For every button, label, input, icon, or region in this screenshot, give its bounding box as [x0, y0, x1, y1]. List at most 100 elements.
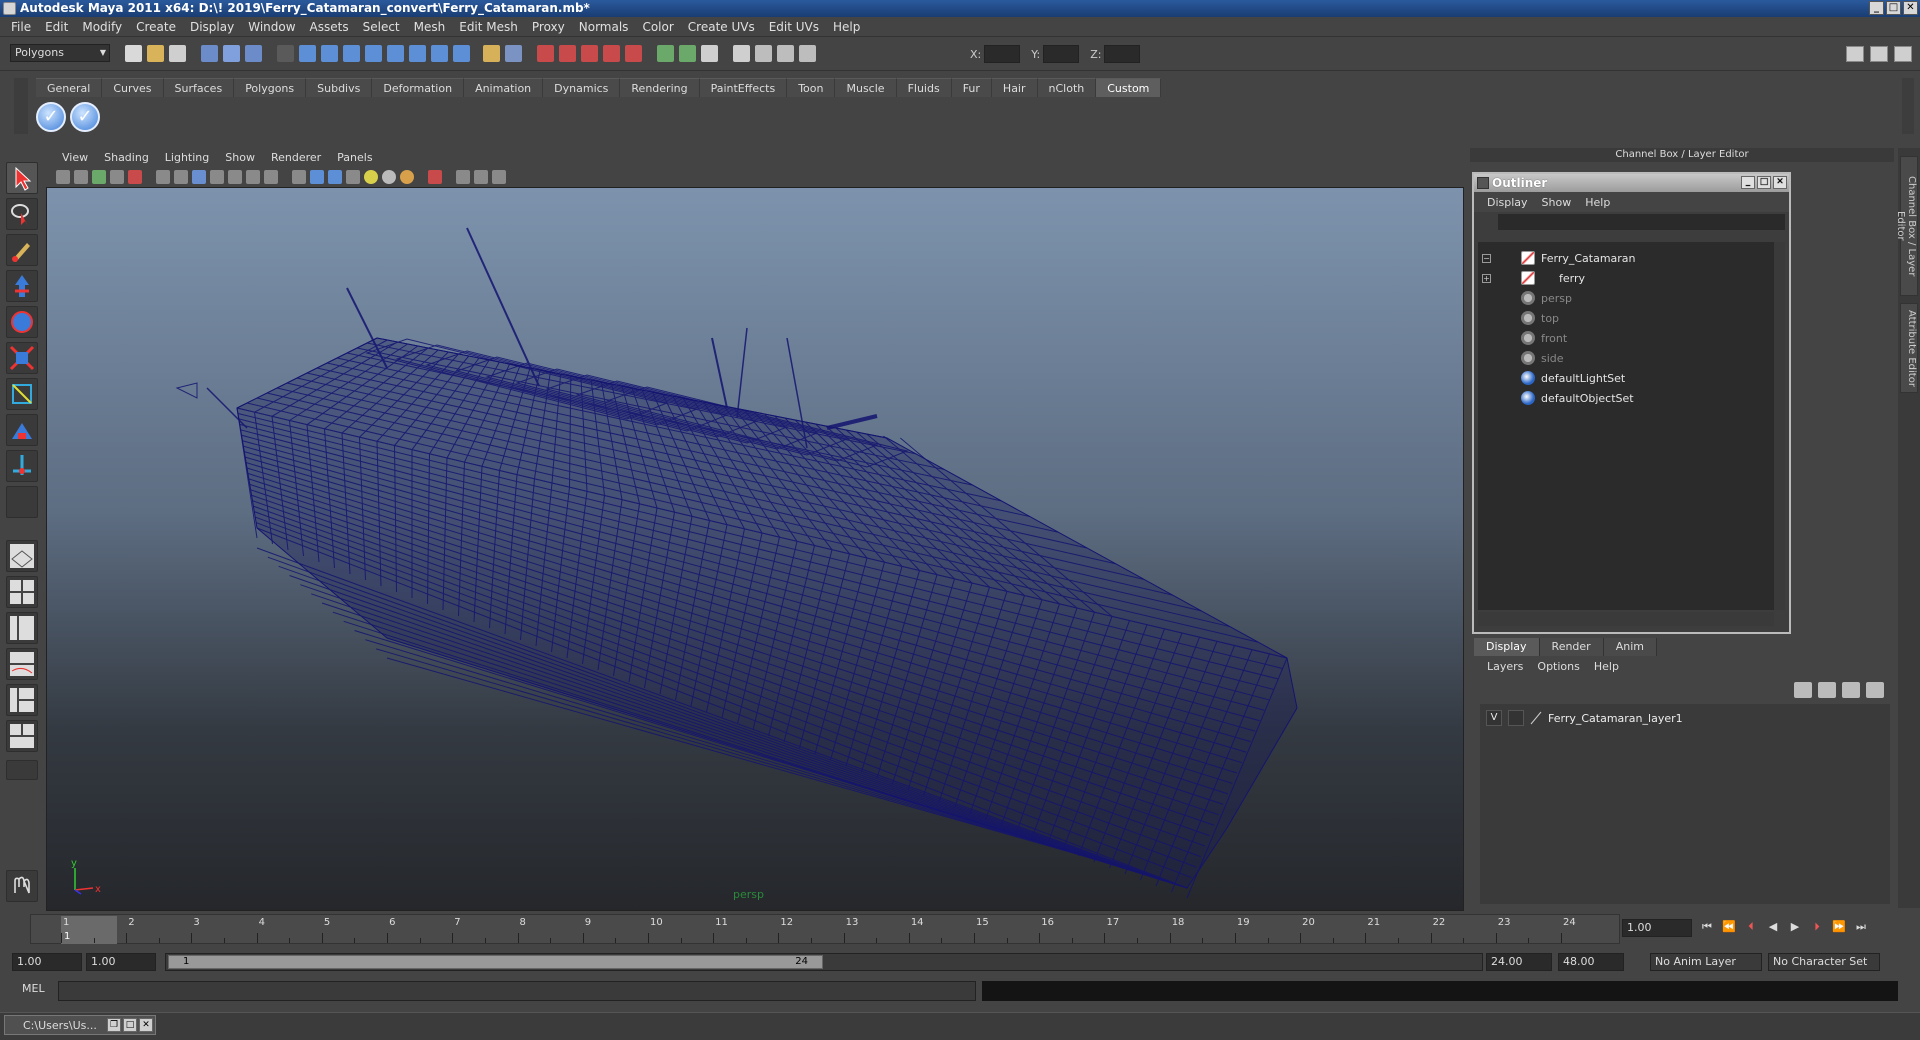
outliner-titlebar[interactable]: Outliner _ □ ✕ — [1474, 174, 1789, 192]
menu-normals[interactable]: Normals — [572, 20, 636, 34]
snap-grid-icon[interactable] — [537, 45, 554, 62]
select-handles-icon[interactable] — [299, 45, 316, 62]
last-tool-icon[interactable] — [6, 486, 38, 518]
range-slider-track[interactable]: 1 24 — [165, 953, 1483, 971]
outliner-close-button[interactable]: ✕ — [1773, 176, 1787, 189]
viewport-menu-lighting[interactable]: Lighting — [157, 151, 217, 164]
layout-outliner-persp-icon[interactable] — [6, 612, 38, 644]
select-surfaces-icon[interactable] — [365, 45, 382, 62]
outliner-menu-display[interactable]: Display — [1480, 196, 1535, 209]
select-rendering-icon[interactable] — [431, 45, 448, 62]
shaded-brush-icon[interactable] — [310, 170, 324, 184]
layer-menu-help[interactable]: Help — [1587, 660, 1626, 673]
viewport-menu-view[interactable]: View — [54, 151, 96, 164]
expand-toggle-icon[interactable]: + — [1482, 273, 1491, 283]
time-slider-track[interactable]: 1 1 2 3 4 5 6 7 8 9 10 11 12 13 14 15 16 17 18 19 20 21 22 23 2… — [30, 914, 1620, 944]
menu-select[interactable]: Select — [356, 20, 407, 34]
lock-selection-icon[interactable] — [483, 45, 500, 62]
playback-end-field[interactable]: 24.00 — [1486, 953, 1552, 971]
select-by-type-icon[interactable] — [277, 45, 294, 62]
toggle-tool-settings-icon[interactable] — [1870, 46, 1888, 62]
menu-edit[interactable]: Edit — [38, 20, 75, 34]
shelf-tab-muscle[interactable]: Muscle — [835, 78, 897, 97]
construction-history-icon[interactable] — [679, 45, 696, 62]
shelf-tab-hair[interactable]: Hair — [991, 78, 1038, 97]
layer-menu-layers[interactable]: Layers — [1480, 660, 1530, 673]
menu-window[interactable]: Window — [241, 20, 302, 34]
multisample-icon[interactable] — [474, 170, 488, 184]
layout-persp-graph-icon[interactable] — [6, 720, 38, 752]
rotate-tool-icon[interactable] — [6, 306, 38, 338]
shelf-tab-subdivs[interactable]: Subdivs — [306, 78, 373, 97]
layer-playback-toggle[interactable] — [1508, 710, 1524, 726]
layout-hypershade-persp-icon[interactable] — [6, 684, 38, 716]
viewport-menu-show[interactable]: Show — [217, 151, 263, 164]
range-slider-thumb[interactable]: 1 24 — [168, 955, 823, 969]
shelf-scrollbar[interactable] — [1902, 78, 1914, 134]
screen-space-ao-icon[interactable] — [492, 170, 506, 184]
isolate-select-icon[interactable] — [428, 170, 442, 184]
xray-icon[interactable] — [246, 170, 260, 184]
render-settings-icon[interactable] — [777, 45, 794, 62]
toggle-attribute-editor-icon[interactable] — [1846, 46, 1864, 62]
select-misc-icon[interactable] — [453, 45, 470, 62]
restore-window-button[interactable]: ❐ — [107, 1018, 121, 1032]
side-tab-channel-box[interactable]: Channel Box / Layer Editor — [1895, 156, 1918, 296]
show-manipulator-icon[interactable] — [6, 450, 38, 482]
snap-point-icon[interactable] — [581, 45, 598, 62]
menu-edit-mesh[interactable]: Edit Mesh — [452, 20, 525, 34]
playback-start-field[interactable]: 1.00 — [86, 953, 156, 971]
coord-y-input[interactable] — [1043, 45, 1080, 63]
paint-select-tool-icon[interactable] — [6, 234, 38, 266]
move-layer-down-icon[interactable] — [1818, 682, 1836, 698]
snap-curve-icon[interactable] — [559, 45, 576, 62]
outliner-item[interactable]: + ferry — [1478, 268, 1768, 288]
shelf-tab-curves[interactable]: Curves — [102, 78, 164, 97]
menu-assets[interactable]: Assets — [303, 20, 356, 34]
move-layer-up-icon[interactable] — [1794, 682, 1812, 698]
image-plane-icon[interactable] — [110, 170, 124, 184]
new-scene-icon[interactable] — [125, 45, 142, 62]
shelf-tab-surfaces[interactable]: Surfaces — [163, 78, 235, 97]
play-backwards-icon[interactable]: ◀ — [1766, 920, 1780, 934]
render-frame-icon[interactable] — [733, 45, 750, 62]
current-time-field[interactable]: 1.00 — [1622, 919, 1692, 937]
minimized-window-item[interactable]: C:\Users\Us... ❐ □ ✕ — [4, 1015, 156, 1035]
step-back-frame-icon[interactable]: ⏪ — [1722, 920, 1736, 934]
render-view-icon[interactable] — [701, 45, 718, 62]
outliner-item[interactable]: defaultLightSet — [1478, 368, 1768, 388]
all-lights-icon[interactable] — [382, 170, 396, 184]
outliner-item[interactable]: side — [1478, 348, 1768, 368]
minimize-button[interactable]: _ — [1869, 1, 1884, 15]
play-forwards-icon[interactable]: ▶ — [1788, 920, 1802, 934]
side-tab-attribute-editor[interactable]: Attribute Editor — [1900, 303, 1918, 393]
go-to-end-icon[interactable]: ⏭ — [1854, 920, 1868, 934]
menu-file[interactable]: File — [4, 20, 38, 34]
maximize-window-button[interactable]: □ — [123, 1018, 137, 1032]
menu-display[interactable]: Display — [183, 20, 241, 34]
outliner-maximize-button[interactable]: □ — [1757, 176, 1771, 189]
select-camera-icon[interactable] — [56, 170, 70, 184]
high-quality-icon[interactable] — [456, 170, 470, 184]
step-back-key-icon[interactable]: ⏴ — [1744, 920, 1758, 934]
camera-attributes-icon[interactable] — [74, 170, 88, 184]
command-input[interactable] — [58, 981, 976, 1001]
outliner-vertical-scrollbar[interactable] — [1773, 242, 1785, 610]
default-light-icon[interactable] — [364, 170, 378, 184]
textured-icon[interactable] — [264, 170, 278, 184]
menu-edit-uvs[interactable]: Edit UVs — [762, 20, 826, 34]
select-hierarchy-icon[interactable] — [201, 45, 218, 62]
outliner-menu-show[interactable]: Show — [1535, 196, 1579, 209]
outliner-item[interactable]: − Ferry_Catamaran — [1478, 248, 1768, 268]
menu-create-uvs[interactable]: Create UVs — [681, 20, 762, 34]
custom-shelf-check-icon-2[interactable]: ✓ — [70, 102, 100, 132]
select-joints-icon[interactable] — [321, 45, 338, 62]
layer-menu-options[interactable]: Options — [1530, 660, 1586, 673]
shelf-tab-dynamics[interactable]: Dynamics — [543, 78, 621, 97]
character-set-dropdown[interactable]: No Character Set — [1768, 953, 1880, 971]
toggle-channel-box-icon[interactable] — [1894, 46, 1912, 62]
step-forward-key-icon[interactable]: ⏵ — [1810, 920, 1824, 934]
step-forward-frame-icon[interactable]: ⏩ — [1832, 920, 1846, 934]
layer-row[interactable]: V Ferry_Catamaran_layer1 — [1486, 710, 1683, 726]
viewport-persp[interactable]: persp y x — [46, 187, 1464, 911]
